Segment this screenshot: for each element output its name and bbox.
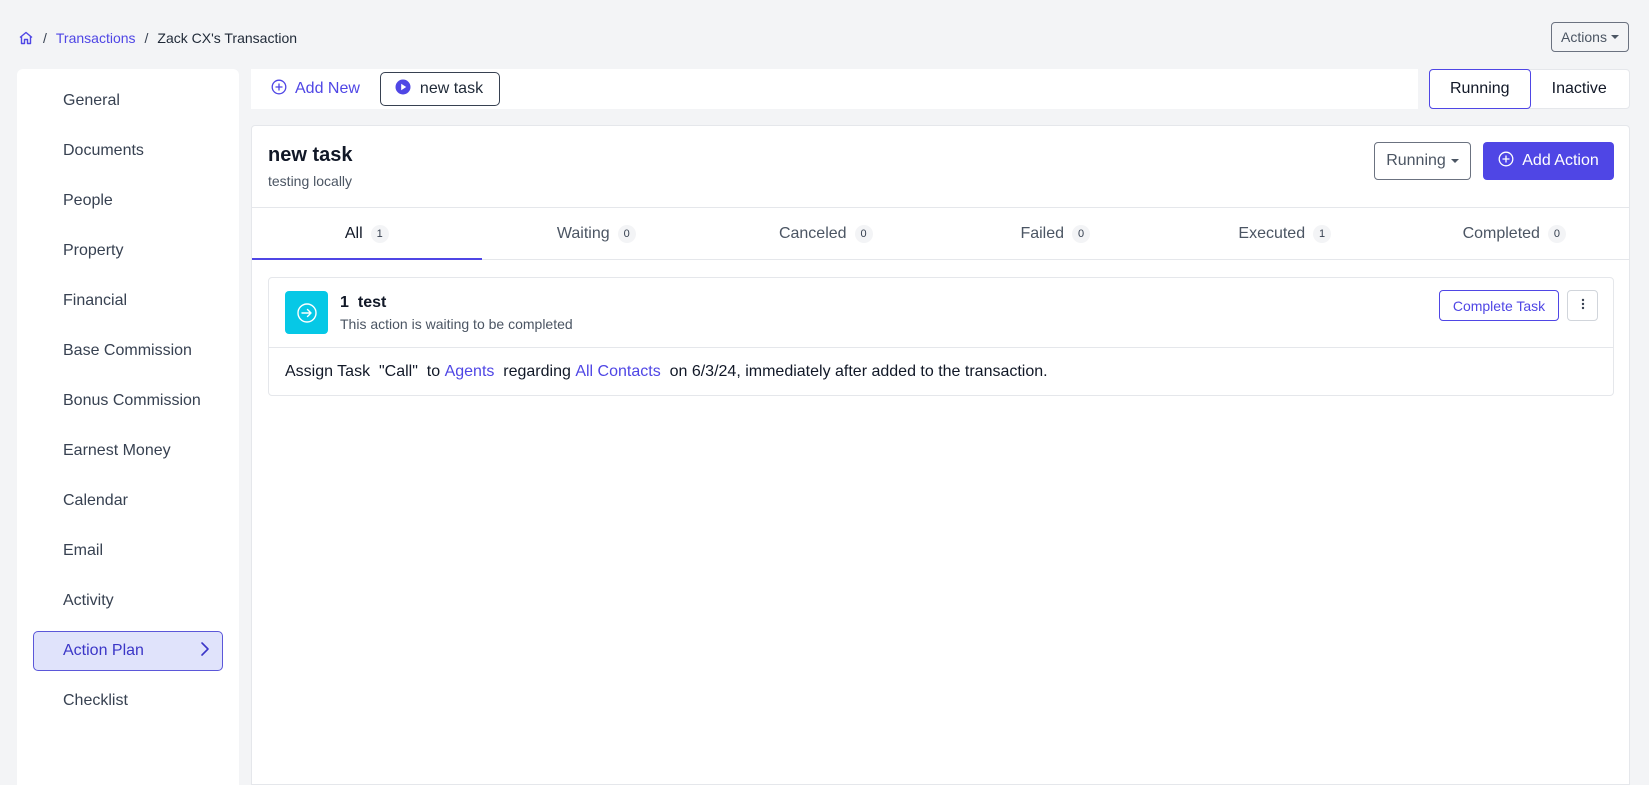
action-status-text: This action is waiting to be completed bbox=[340, 316, 573, 332]
breadcrumb-separator: / bbox=[144, 30, 149, 46]
sidebar-item-earnest-money[interactable]: Earnest Money bbox=[33, 431, 223, 471]
task-chip-new-task[interactable]: new task bbox=[379, 72, 501, 106]
add-new-label: Add New bbox=[295, 80, 360, 97]
breadcrumb-transactions-link[interactable]: Transactions bbox=[56, 30, 136, 46]
status-toggle: Running Inactive bbox=[1429, 69, 1630, 109]
action-card: 1 test This action is waiting to be compl… bbox=[268, 277, 1614, 396]
sidebar-item-label: Documents bbox=[63, 142, 144, 159]
action-desc-suffix: on 6/3/24, immediately after added to th… bbox=[660, 363, 1048, 380]
sidebar-item-checklist[interactable]: Checklist bbox=[33, 681, 223, 721]
action-card-header: 1 test This action is waiting to be compl… bbox=[269, 278, 1613, 348]
add-action-button[interactable]: Add Action bbox=[1483, 142, 1614, 180]
plan-title: new task bbox=[268, 144, 353, 166]
sidebar-item-label: General bbox=[63, 92, 120, 109]
tab-count-badge: 1 bbox=[370, 224, 389, 243]
sidebar-item-calendar[interactable]: Calendar bbox=[33, 481, 223, 521]
plus-circle-icon bbox=[1498, 151, 1514, 172]
action-tabs: All 1 Waiting 0 Canceled 0 Failed 0 Exec… bbox=[252, 208, 1629, 260]
action-name: test bbox=[357, 294, 387, 311]
sidebar-item-documents[interactable]: Documents bbox=[33, 131, 223, 171]
sidebar-item-label: Bonus Commission bbox=[63, 392, 201, 409]
actions-dropdown-button[interactable]: Actions bbox=[1551, 22, 1629, 52]
sidebar-item-bonus-commission[interactable]: Bonus Commission bbox=[33, 381, 223, 421]
action-regarding-link[interactable]: All Contacts bbox=[575, 363, 660, 381]
chevron-right-icon bbox=[200, 641, 210, 662]
action-description: Assign Task "Call" to Agents regarding A… bbox=[269, 348, 1613, 396]
tab-label: Failed bbox=[1020, 224, 1065, 242]
sidebar-item-label: Earnest Money bbox=[63, 442, 171, 459]
tab-count-badge: 1 bbox=[1313, 224, 1332, 243]
sidebar-item-action-plan[interactable]: Action Plan bbox=[33, 631, 223, 671]
sidebar-item-email[interactable]: Email bbox=[33, 531, 223, 571]
status-toggle-running[interactable]: Running bbox=[1429, 69, 1531, 109]
tab-label: All bbox=[344, 224, 363, 242]
sidebar-item-financial[interactable]: Financial bbox=[33, 281, 223, 321]
plan-status-label: Running bbox=[1386, 152, 1446, 169]
tab-label: Completed bbox=[1462, 224, 1540, 242]
more-options-button[interactable] bbox=[1567, 290, 1598, 321]
action-number: 1 bbox=[340, 294, 349, 311]
tab-count-badge: 0 bbox=[1547, 224, 1566, 243]
actions-label: Actions bbox=[1561, 29, 1607, 45]
action-title: 1 test bbox=[340, 294, 386, 312]
sidebar-item-label: Action Plan bbox=[63, 642, 144, 659]
action-desc-mid: regarding bbox=[494, 363, 576, 380]
sidebar: General Documents People Property Financ… bbox=[17, 69, 239, 785]
action-desc-prefix: Assign Task "Call" to bbox=[285, 363, 445, 380]
sidebar-item-base-commission[interactable]: Base Commission bbox=[33, 331, 223, 371]
status-toggle-inactive[interactable]: Inactive bbox=[1530, 70, 1630, 108]
play-circle-icon bbox=[395, 79, 411, 100]
tab-count-badge: 0 bbox=[854, 224, 873, 243]
caret-down-icon bbox=[1610, 35, 1619, 39]
tab-completed[interactable]: Completed 0 bbox=[1400, 208, 1630, 259]
plan-header: new task testing locally Running Add Act… bbox=[252, 126, 1629, 208]
home-icon[interactable] bbox=[18, 30, 34, 46]
tab-all[interactable]: All 1 bbox=[252, 208, 482, 260]
sidebar-item-property[interactable]: Property bbox=[33, 231, 223, 271]
tab-label: Canceled bbox=[778, 224, 847, 242]
sidebar-item-label: Financial bbox=[63, 292, 128, 309]
sidebar-item-general[interactable]: General bbox=[33, 81, 223, 121]
plus-circle-icon bbox=[271, 79, 287, 100]
breadcrumb-current: Zack CX's Transaction bbox=[157, 30, 298, 46]
sidebar-item-label: Email bbox=[63, 542, 104, 559]
action-plan-topbar: Add New new task bbox=[251, 69, 1418, 109]
caret-down-icon bbox=[1450, 159, 1459, 163]
sidebar-item-label: Activity bbox=[63, 592, 114, 609]
sidebar-item-people[interactable]: People bbox=[33, 181, 223, 221]
tab-failed[interactable]: Failed 0 bbox=[941, 208, 1171, 259]
tab-count-badge: 0 bbox=[1072, 224, 1091, 243]
add-new-button[interactable]: Add New bbox=[271, 79, 360, 100]
tab-canceled[interactable]: Canceled 0 bbox=[711, 208, 941, 259]
breadcrumb: / Transactions / Zack CX's Transaction bbox=[18, 28, 297, 48]
breadcrumb-separator: / bbox=[43, 30, 47, 46]
plan-status-dropdown[interactable]: Running bbox=[1374, 142, 1471, 180]
plan-subtitle: testing locally bbox=[268, 173, 353, 189]
action-plan-panel: new task testing locally Running Add Act… bbox=[251, 125, 1630, 785]
task-chip-label: new task bbox=[419, 80, 484, 97]
tab-label: Waiting bbox=[556, 224, 610, 242]
action-type-icon bbox=[285, 291, 328, 334]
tab-executed[interactable]: Executed 1 bbox=[1170, 208, 1400, 259]
sidebar-item-label: Calendar bbox=[63, 492, 128, 509]
sidebar-item-label: Property bbox=[63, 242, 124, 259]
tab-waiting[interactable]: Waiting 0 bbox=[482, 208, 712, 259]
tab-count-badge: 0 bbox=[617, 224, 636, 243]
sidebar-item-label: Base Commission bbox=[63, 342, 192, 359]
complete-task-button[interactable]: Complete Task bbox=[1439, 290, 1559, 321]
kebab-icon bbox=[1581, 297, 1585, 315]
sidebar-item-label: People bbox=[63, 192, 113, 209]
sidebar-item-activity[interactable]: Activity bbox=[33, 581, 223, 621]
action-assignee-link[interactable]: Agents bbox=[445, 363, 495, 381]
add-action-label: Add Action bbox=[1522, 152, 1599, 169]
sidebar-item-label: Checklist bbox=[63, 692, 128, 709]
tab-label: Executed bbox=[1238, 224, 1306, 242]
